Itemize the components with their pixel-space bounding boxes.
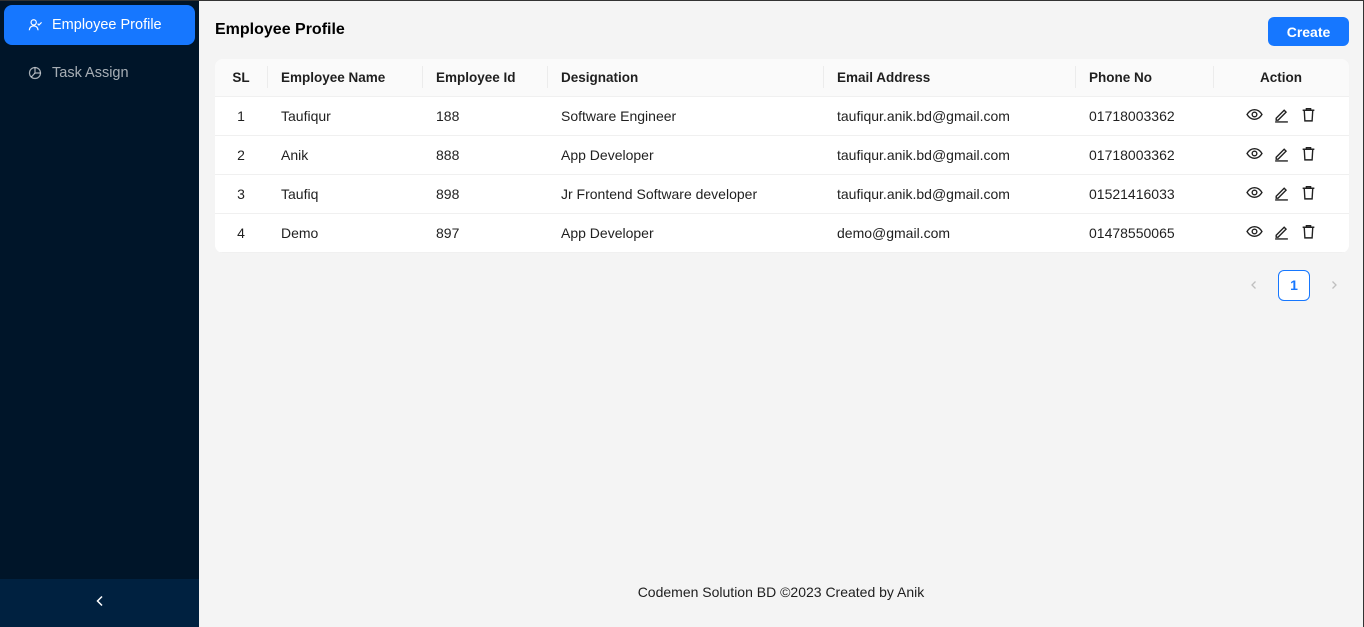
footer: Codemen Solution BD ©2023 Created by Ani… [637,584,925,600]
cell-employee-id: 888 [422,135,547,175]
chevron-left-icon [94,594,106,612]
cell-email: taufiqur.anik.bd@gmail.com [823,96,1075,136]
sidebar-item-task-assign[interactable]: Task Assign [4,53,195,93]
cell-designation: Jr Frontend Software developer [547,174,823,214]
cell-employee-name: Anik [267,135,422,175]
pagination-page-1[interactable]: 1 [1278,269,1310,301]
sidebar-item-label: Employee Profile [52,17,162,33]
chevron-right-icon [1329,278,1339,293]
eye-icon[interactable] [1245,145,1263,162]
sidebar-item-label: Task Assign [52,65,129,81]
cell-actions [1213,96,1349,136]
table-row: 1 Taufiqur 188 Software Engineer taufiqu… [215,96,1349,136]
cell-phone: 01478550065 [1075,213,1213,253]
create-button[interactable]: Create [1268,17,1349,46]
cell-employee-id: 188 [422,96,547,136]
column-header-employee-name[interactable]: Employee Name [267,59,422,97]
sidebar-collapse-trigger[interactable] [0,579,199,627]
column-header-phone[interactable]: Phone No [1075,59,1213,97]
eye-icon[interactable] [1245,106,1263,123]
table-row: 2 Anik 888 App Developer taufiqur.anik.b… [215,135,1349,175]
column-header-designation[interactable]: Designation [547,59,823,97]
cell-email: taufiqur.anik.bd@gmail.com [823,174,1075,214]
delete-icon[interactable] [1300,223,1317,240]
table-header-row: SL Employee Name Employee Id Designation… [215,59,1349,97]
cell-email: demo@gmail.com [823,213,1075,253]
user-icon [28,18,42,32]
cell-phone: 01521416033 [1075,174,1213,214]
cell-designation: Software Engineer [547,96,823,136]
table-row: 3 Taufiq 898 Jr Frontend Software develo… [215,174,1349,214]
edit-icon[interactable] [1273,184,1290,201]
pagination-next[interactable] [1318,269,1350,301]
column-header-email[interactable]: Email Address [823,59,1075,97]
cell-phone: 01718003362 [1075,96,1213,136]
cell-employee-id: 898 [422,174,547,214]
edit-icon[interactable] [1273,106,1290,123]
cell-designation: App Developer [547,213,823,253]
cell-designation: App Developer [547,135,823,175]
eye-icon[interactable] [1245,184,1263,201]
eye-icon[interactable] [1245,223,1263,240]
cell-phone: 01718003362 [1075,135,1213,175]
cell-sl: 3 [215,174,267,214]
chevron-left-icon [1249,278,1259,293]
cell-employee-name: Taufiqur [267,96,422,136]
column-header-action[interactable]: Action [1213,59,1349,97]
cell-actions [1213,213,1349,253]
delete-icon[interactable] [1300,145,1317,162]
edit-icon[interactable] [1273,223,1290,240]
cell-employee-name: Taufiq [267,174,422,214]
cell-sl: 2 [215,135,267,175]
column-header-sl[interactable]: SL [215,59,267,97]
cell-sl: 1 [215,96,267,136]
cell-sl: 4 [215,213,267,253]
page-title: Employee Profile [215,21,345,38]
app-root: Employee Profile Task Assign Employee Pr… [0,0,1364,627]
pie-chart-icon [28,66,42,80]
column-header-employee-id[interactable]: Employee Id [422,59,547,97]
cell-employee-name: Demo [267,213,422,253]
table-row: 4 Demo 897 App Developer demo@gmail.com … [215,213,1349,253]
edit-icon[interactable] [1273,145,1290,162]
delete-icon[interactable] [1300,106,1317,123]
cell-actions [1213,174,1349,214]
pagination-prev[interactable] [1238,269,1270,301]
sidebar-item-employee-profile[interactable]: Employee Profile [4,5,195,45]
main-content: Employee Profile Create SL Employee Name… [199,1,1363,627]
pagination: 1 [1238,269,1350,301]
cell-employee-id: 897 [422,213,547,253]
cell-email: taufiqur.anik.bd@gmail.com [823,135,1075,175]
delete-icon[interactable] [1300,184,1317,201]
sidebar: Employee Profile Task Assign [0,1,199,627]
employee-table: SL Employee Name Employee Id Designation… [215,59,1349,253]
cell-actions [1213,135,1349,175]
